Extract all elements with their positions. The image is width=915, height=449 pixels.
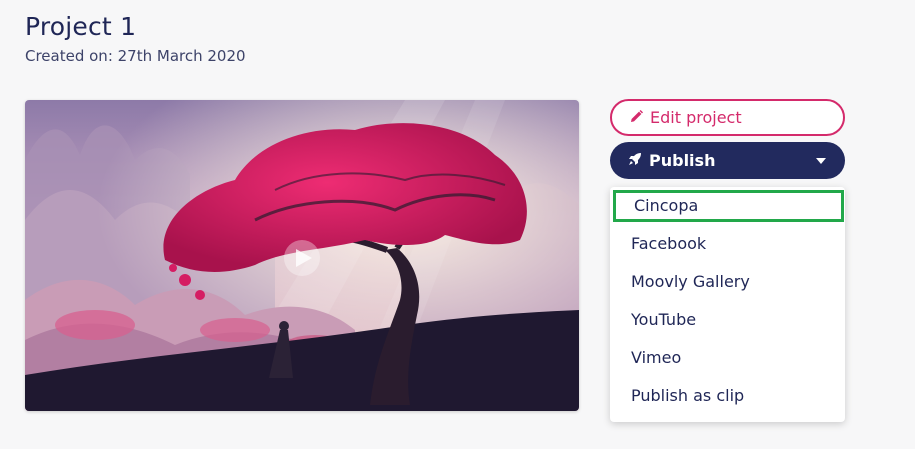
video-thumbnail [25,100,579,411]
edit-project-button[interactable]: Edit project [610,99,845,136]
video-preview[interactable] [25,100,579,411]
created-date: Created on: 27th March 2020 [25,47,246,65]
publish-button[interactable]: Publish [610,142,845,179]
menu-item-vimeo[interactable]: Vimeo [610,342,845,374]
rocket-icon [628,151,642,170]
edit-project-label: Edit project [650,108,742,127]
chevron-down-icon[interactable] [816,158,826,164]
menu-item-moovly-gallery[interactable]: Moovly Gallery [610,266,845,298]
project-title: Project 1 [25,12,137,41]
menu-item-facebook[interactable]: Facebook [610,228,845,260]
menu-item-publish-as-clip[interactable]: Publish as clip [610,380,845,412]
publish-dropdown-menu: Cincopa Facebook Moovly Gallery YouTube … [610,187,845,422]
publish-label: Publish [649,151,716,170]
menu-item-youtube[interactable]: YouTube [610,304,845,336]
menu-item-cincopa[interactable]: Cincopa [613,190,844,222]
pencil-icon [630,108,643,127]
